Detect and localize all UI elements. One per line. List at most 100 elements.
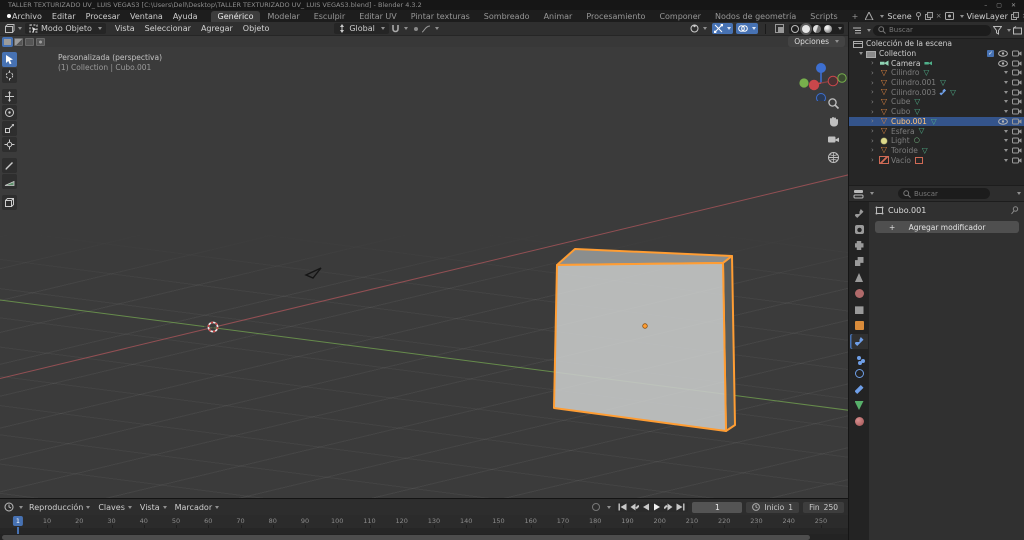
viewport-canvas[interactable]: Personalizada (perspectiva) (1) Collecti… (0, 47, 848, 498)
render-visibility-icon[interactable] (1012, 89, 1022, 96)
timeline-menu-item[interactable]: Marcador (171, 503, 223, 512)
properties-tab[interactable] (850, 334, 868, 349)
shading-wireframe-button[interactable] (791, 24, 799, 33)
expand-icon[interactable]: › (871, 117, 879, 125)
outliner-search[interactable]: Buscar (873, 24, 991, 36)
viewlayer-name[interactable]: ViewLayer (967, 12, 1008, 21)
hidden-icon[interactable] (1004, 139, 1008, 143)
navigation-gizmo[interactable] (790, 53, 848, 101)
play-button[interactable] (653, 503, 661, 511)
new-collection-icon[interactable] (1013, 25, 1022, 35)
properties-tab[interactable] (850, 222, 868, 237)
viewport-menu-item[interactable]: Vista (110, 24, 140, 33)
pin-id-icon[interactable] (1010, 205, 1019, 215)
gizmos-toggle[interactable] (712, 23, 733, 34)
outliner-item-row[interactable]: › Toroide (849, 146, 1024, 156)
transform-tool[interactable] (2, 137, 17, 152)
menu-item[interactable]: Ayuda (168, 12, 203, 21)
timeline-menu-item[interactable]: Vista (136, 503, 171, 512)
collection-eye-icon[interactable] (998, 50, 1008, 57)
workspace-tab[interactable]: Modelar (260, 11, 306, 22)
frame-start-field[interactable]: Inicio 1 (746, 501, 800, 513)
properties-tab[interactable] (850, 206, 868, 221)
select-mode-set-button[interactable] (3, 37, 12, 46)
current-frame-field[interactable]: 1 (692, 501, 743, 513)
editor-type-icon[interactable] (4, 23, 15, 34)
collection-row[interactable]: Collection ✓ (849, 49, 1024, 59)
close-button[interactable]: ✕ (1011, 2, 1016, 9)
camera-view-icon[interactable] (827, 133, 840, 146)
timeline-menu-item[interactable]: Claves (94, 503, 136, 512)
select-mode-subtract-button[interactable] (25, 37, 34, 46)
menu-item[interactable]: Editar (47, 12, 81, 21)
add-modifier-button[interactable]: + Agregar modificador (875, 221, 1019, 233)
viewlayer-caret-icon[interactable] (959, 14, 964, 18)
pan-view-icon[interactable] (827, 115, 840, 128)
collection-render-icon[interactable] (1012, 50, 1022, 57)
menu-item[interactable]: Procesar (81, 12, 125, 21)
viewport-menu-item[interactable]: Objeto (238, 24, 275, 33)
expand-icon[interactable]: › (871, 156, 879, 164)
filter-caret-icon[interactable] (1007, 28, 1011, 32)
zoom-view-icon[interactable] (827, 97, 840, 110)
properties-editor-icon[interactable] (853, 189, 864, 199)
shading-rendered-button[interactable] (824, 24, 832, 33)
workspace-tab[interactable]: + (845, 11, 866, 22)
timeline-scroll-thumb[interactable] (2, 535, 810, 540)
render-visibility-icon[interactable] (1012, 137, 1022, 144)
render-visibility-icon[interactable] (1012, 79, 1022, 86)
viewport-menu-item[interactable]: Seleccionar (140, 24, 196, 33)
scale-tool[interactable] (2, 121, 17, 136)
properties-tab[interactable] (850, 318, 868, 333)
select-mode-extend-button[interactable] (14, 37, 23, 46)
annotate-tool[interactable] (2, 158, 17, 173)
add-cube-tool[interactable] (2, 195, 17, 210)
properties-tab[interactable] (850, 398, 868, 413)
outliner-item-row[interactable]: › Cube (849, 97, 1024, 107)
render-visibility-icon[interactable] (1012, 157, 1022, 164)
display-mode-caret-icon[interactable] (867, 28, 871, 32)
collection-expander-icon[interactable] (859, 52, 863, 56)
shading-caret-icon[interactable] (838, 27, 842, 30)
timeline-ruler[interactable]: 1 10 20 30 40 50 60 70 80 90 100 110 120 130 140 150 16… (0, 515, 848, 528)
select-box-tool[interactable] (2, 52, 17, 67)
new-viewlayer-icon[interactable] (1010, 12, 1019, 20)
new-scene-icon[interactable] (924, 12, 933, 20)
minimize-button[interactable]: – (984, 2, 987, 9)
prev-keyframe-button[interactable] (630, 503, 640, 511)
play-reverse-button[interactable] (642, 503, 650, 511)
workspace-tab[interactable]: Animar (537, 11, 580, 22)
scene-collection-row[interactable]: Colección de la escena (849, 39, 1024, 49)
properties-options-caret-icon[interactable] (1017, 192, 1021, 195)
properties-tab[interactable] (850, 366, 868, 381)
properties-tab[interactable] (850, 382, 868, 397)
expand-icon[interactable]: › (871, 98, 879, 106)
outliner-display-mode-icon[interactable] (852, 26, 862, 35)
render-visibility-icon[interactable] (1012, 128, 1022, 135)
auto-key-caret-icon[interactable] (607, 505, 612, 509)
timeline-menu-item[interactable]: Reproducción (25, 503, 94, 512)
measure-tool[interactable] (2, 174, 17, 189)
hidden-icon[interactable] (1004, 90, 1008, 94)
jump-to-end-button[interactable] (676, 503, 685, 511)
viewport-menu-item[interactable]: Agregar (196, 24, 238, 33)
outliner-item-row[interactable]: › Light (849, 136, 1024, 146)
maximize-button[interactable]: ▢ (996, 2, 1002, 9)
editor-type-caret-icon[interactable] (18, 27, 22, 30)
workspace-tab[interactable]: Componer (652, 11, 708, 22)
viewport-3d[interactable]: Modo Objeto Vista Seleccionar Agregar Objet… (0, 22, 848, 498)
render-visibility-icon[interactable] (1012, 147, 1022, 154)
outliner-item-row[interactable]: › Cilindro (849, 68, 1024, 78)
filter-icon[interactable] (993, 25, 1002, 35)
options-button[interactable]: Opciones (788, 36, 845, 47)
workspace-tab[interactable]: Genérico (210, 11, 261, 22)
expand-icon[interactable]: › (871, 59, 879, 67)
show-gizmo-toggle[interactable] (688, 23, 709, 34)
pin-icon[interactable] (915, 12, 922, 20)
jump-to-start-button[interactable] (618, 503, 627, 511)
playhead[interactable]: 1 (12, 516, 24, 526)
menu-item[interactable]: Ventana (125, 12, 168, 21)
expand-icon[interactable]: › (871, 88, 879, 96)
expand-icon[interactable]: › (871, 108, 879, 116)
expand-icon[interactable]: › (871, 79, 879, 87)
